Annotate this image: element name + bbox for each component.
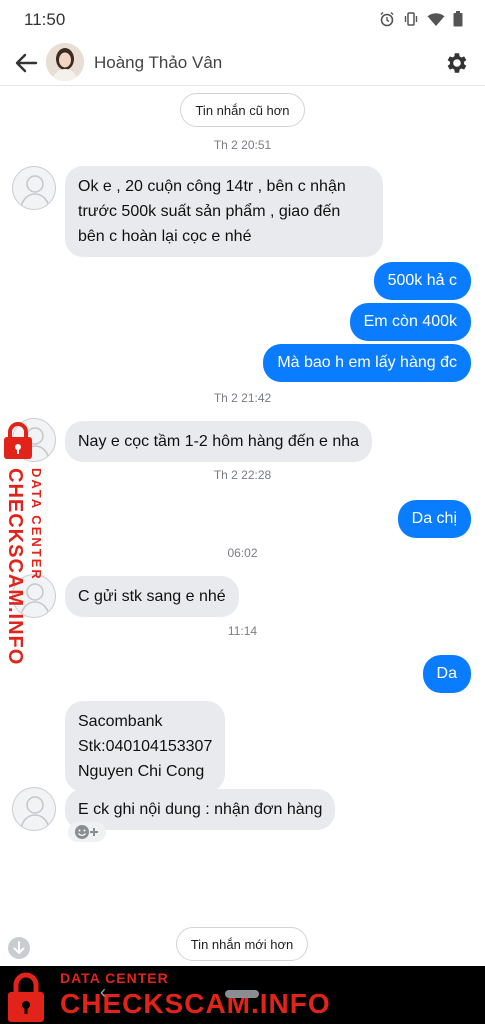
back-arrow-icon[interactable] <box>12 49 40 77</box>
outgoing-message: 500k hả c <box>373 262 471 300</box>
watermark-line1: DATA CENTER <box>29 468 44 581</box>
message-line: Nguyen Chi Cong <box>78 763 205 780</box>
scroll-down-icon <box>13 941 25 955</box>
incoming-message: Nay e cọc tầm 1-2 hôm hàng đến e nha <box>65 421 373 462</box>
outgoing-message: Mà bao h em lấy hàng đc <box>263 344 471 382</box>
older-messages-button[interactable]: Tin nhắn cũ hơn <box>180 93 305 127</box>
add-reaction-button[interactable] <box>68 822 106 842</box>
timestamp: Th 2 22:28 <box>213 468 272 482</box>
sender-avatar[interactable] <box>12 166 56 210</box>
lock-icon <box>8 972 44 1022</box>
scroll-down-button[interactable] <box>8 937 30 959</box>
nav-home-handle[interactable] <box>225 990 259 998</box>
vibrate-icon <box>404 12 418 26</box>
message-line: trước 500k suất sản phẩm , giao đến <box>78 203 341 220</box>
contact-name[interactable]: Hoàng Thảo Vân <box>94 53 222 73</box>
incoming-message: E ck ghi nội dung : nhận đơn hàng <box>65 789 336 830</box>
status-bar: 11:50 <box>0 0 485 40</box>
bottom-watermark-banner: DATA CENTER CHECKSCAM.INFO ‹ <box>0 966 485 1024</box>
message-line: Ok e , 20 cuộn công 14tr , bên c nhận <box>78 178 346 195</box>
incoming-message: Sacombank Stk:040104153307 Nguyen Chi Co… <box>65 701 226 792</box>
message-line: Stk:040104153307 <box>78 738 213 755</box>
timestamp: Th 2 20:51 <box>213 138 272 152</box>
incoming-message: Ok e , 20 cuộn công 14tr , bên c nhận tr… <box>65 166 383 257</box>
battery-icon <box>453 11 463 27</box>
timestamp: Th 2 21:42 <box>213 391 272 405</box>
newer-messages-button[interactable]: Tin nhắn mới hơn <box>176 927 308 961</box>
alarm-icon <box>380 12 394 27</box>
message-line: bên c hoàn lại cọc e nhé <box>78 228 252 245</box>
status-time: 11:50 <box>24 10 66 29</box>
watermark-line2: CHECKSCAM.INFO <box>4 468 26 666</box>
watermark-vertical: DATA CENTER CHECKSCAM.INFO <box>0 420 58 665</box>
contact-avatar[interactable] <box>46 43 84 81</box>
wifi-icon <box>427 12 445 26</box>
nav-back-icon[interactable]: ‹ <box>100 982 106 1003</box>
add-reaction-icon <box>75 825 98 839</box>
timestamp: 11:14 <box>227 624 258 638</box>
settings-gear-icon[interactable] <box>443 50 469 76</box>
outgoing-message: Em còn 400k <box>349 303 471 341</box>
message-line: Sacombank <box>78 713 163 730</box>
incoming-message: C gửi stk sang e nhé <box>65 576 239 617</box>
outgoing-message: Da chị <box>397 500 471 538</box>
lock-icon <box>4 422 32 459</box>
watermark-banner-line1: DATA CENTER <box>60 970 169 986</box>
status-icons <box>379 11 463 27</box>
sender-avatar[interactable] <box>12 787 56 831</box>
timestamp: 06:02 <box>227 546 258 560</box>
outgoing-message: Da <box>422 655 471 693</box>
conversation-header: Hoàng Thảo Vân <box>0 40 485 86</box>
